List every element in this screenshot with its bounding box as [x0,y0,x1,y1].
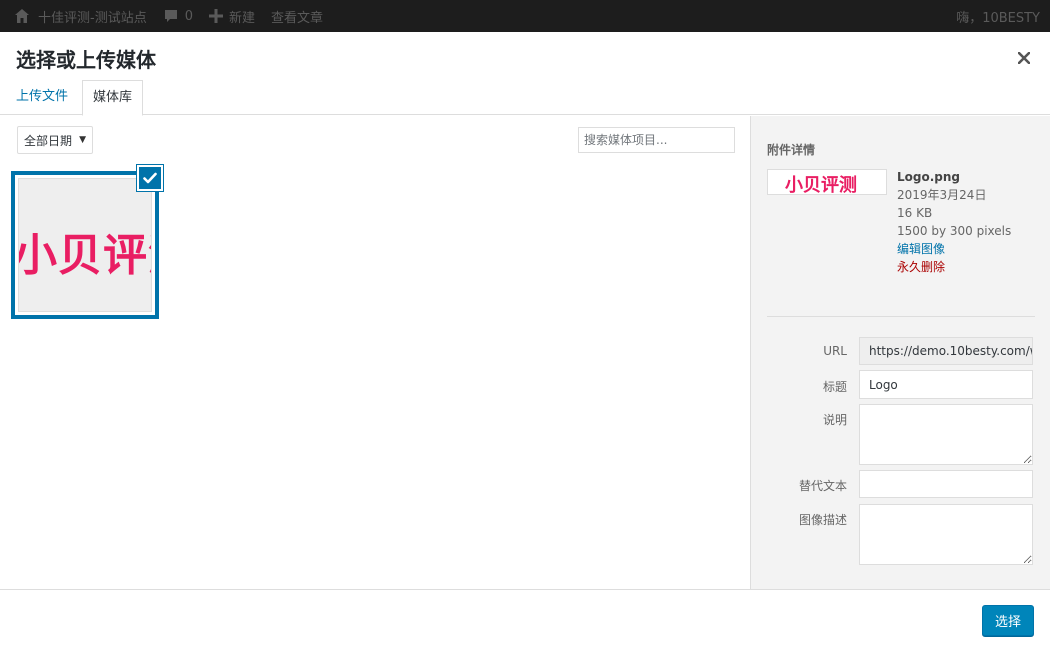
caption-label: 说明 [822,413,847,427]
new-content-link[interactable]: 新建 [201,0,263,32]
attachment-details-sidebar: 附件详情 小贝评测 Logo.png 2019年3月24日 16 KB 1500… [750,116,1050,589]
select-button[interactable]: 选择 [982,605,1034,636]
view-post-link[interactable]: 查看文章 [263,0,331,32]
plus-icon [208,9,223,23]
description-textarea[interactable] [859,504,1033,565]
description-label: 图像描述 [798,513,847,527]
site-name-link[interactable]: 十佳评测-测试站点 [36,0,155,32]
modal-footer: 选择 [0,589,1050,650]
comments-link[interactable]: 0 [155,0,201,32]
title-label: 标题 [822,380,847,394]
url-field[interactable]: https://demo.10besty.com/wp [859,337,1033,365]
image-dimensions: 1500 by 300 pixels [897,224,1012,238]
close-icon [1018,52,1030,64]
logo-image: 小贝评测 [18,230,151,281]
attachment-info: Logo.png 2019年3月24日 16 KB 1500 by 300 pi… [897,168,1011,276]
url-label: URL [823,344,847,358]
tab-upload-files[interactable]: 上传文件 [6,80,78,115]
date-filter-value: 全部日期 [24,133,73,148]
checkmark-icon [143,172,157,184]
file-name: Logo.png [897,170,961,184]
modal-title: 选择或上传媒体 [16,48,156,72]
edit-image-link[interactable]: 编辑图像 [897,240,1011,258]
upload-date: 2019年3月24日 [897,188,987,202]
new-label: 新建 [228,10,255,26]
attachment-preview: 小贝评测 [18,178,152,312]
home-icon[interactable] [14,8,30,24]
file-size: 16 KB [897,206,933,220]
details-thumbnail: 小贝评测 [767,169,887,195]
attachment-details-heading: 附件详情 [767,143,816,157]
alt-text-label: 替代文本 [798,479,847,493]
date-filter-select[interactable]: 全部日期 ▼ [17,126,93,154]
caption-textarea[interactable] [859,404,1033,465]
details-logo-image: 小贝评测 [785,175,857,195]
close-button[interactable] [1012,46,1036,70]
media-modal: 选择或上传媒体 上传文件 媒体库 全部日期 ▼ 小贝评测 附件详情 小贝评测 L… [0,32,1050,650]
title-input[interactable] [859,370,1033,399]
divider [767,316,1035,317]
comment-icon [164,10,177,22]
my-account-link[interactable]: 嗨，10BESTY [948,0,1048,32]
admin-bar: 十佳评测-测试站点 0 新建 查看文章 嗨，10BESTY [0,0,1050,32]
attachment-thumbnail[interactable]: 小贝评测 [11,171,159,319]
dropdown-arrow-icon: ▼ [79,135,86,145]
search-media-input[interactable] [578,127,735,153]
deselect-checkmark-button[interactable] [137,165,163,191]
tab-media-library[interactable]: 媒体库 [82,80,144,116]
media-router: 上传文件 媒体库 [0,80,1050,116]
delete-permanently-link[interactable]: 永久删除 [897,258,1011,276]
comments-count: 0 [184,8,193,24]
alt-text-input[interactable] [859,470,1033,498]
